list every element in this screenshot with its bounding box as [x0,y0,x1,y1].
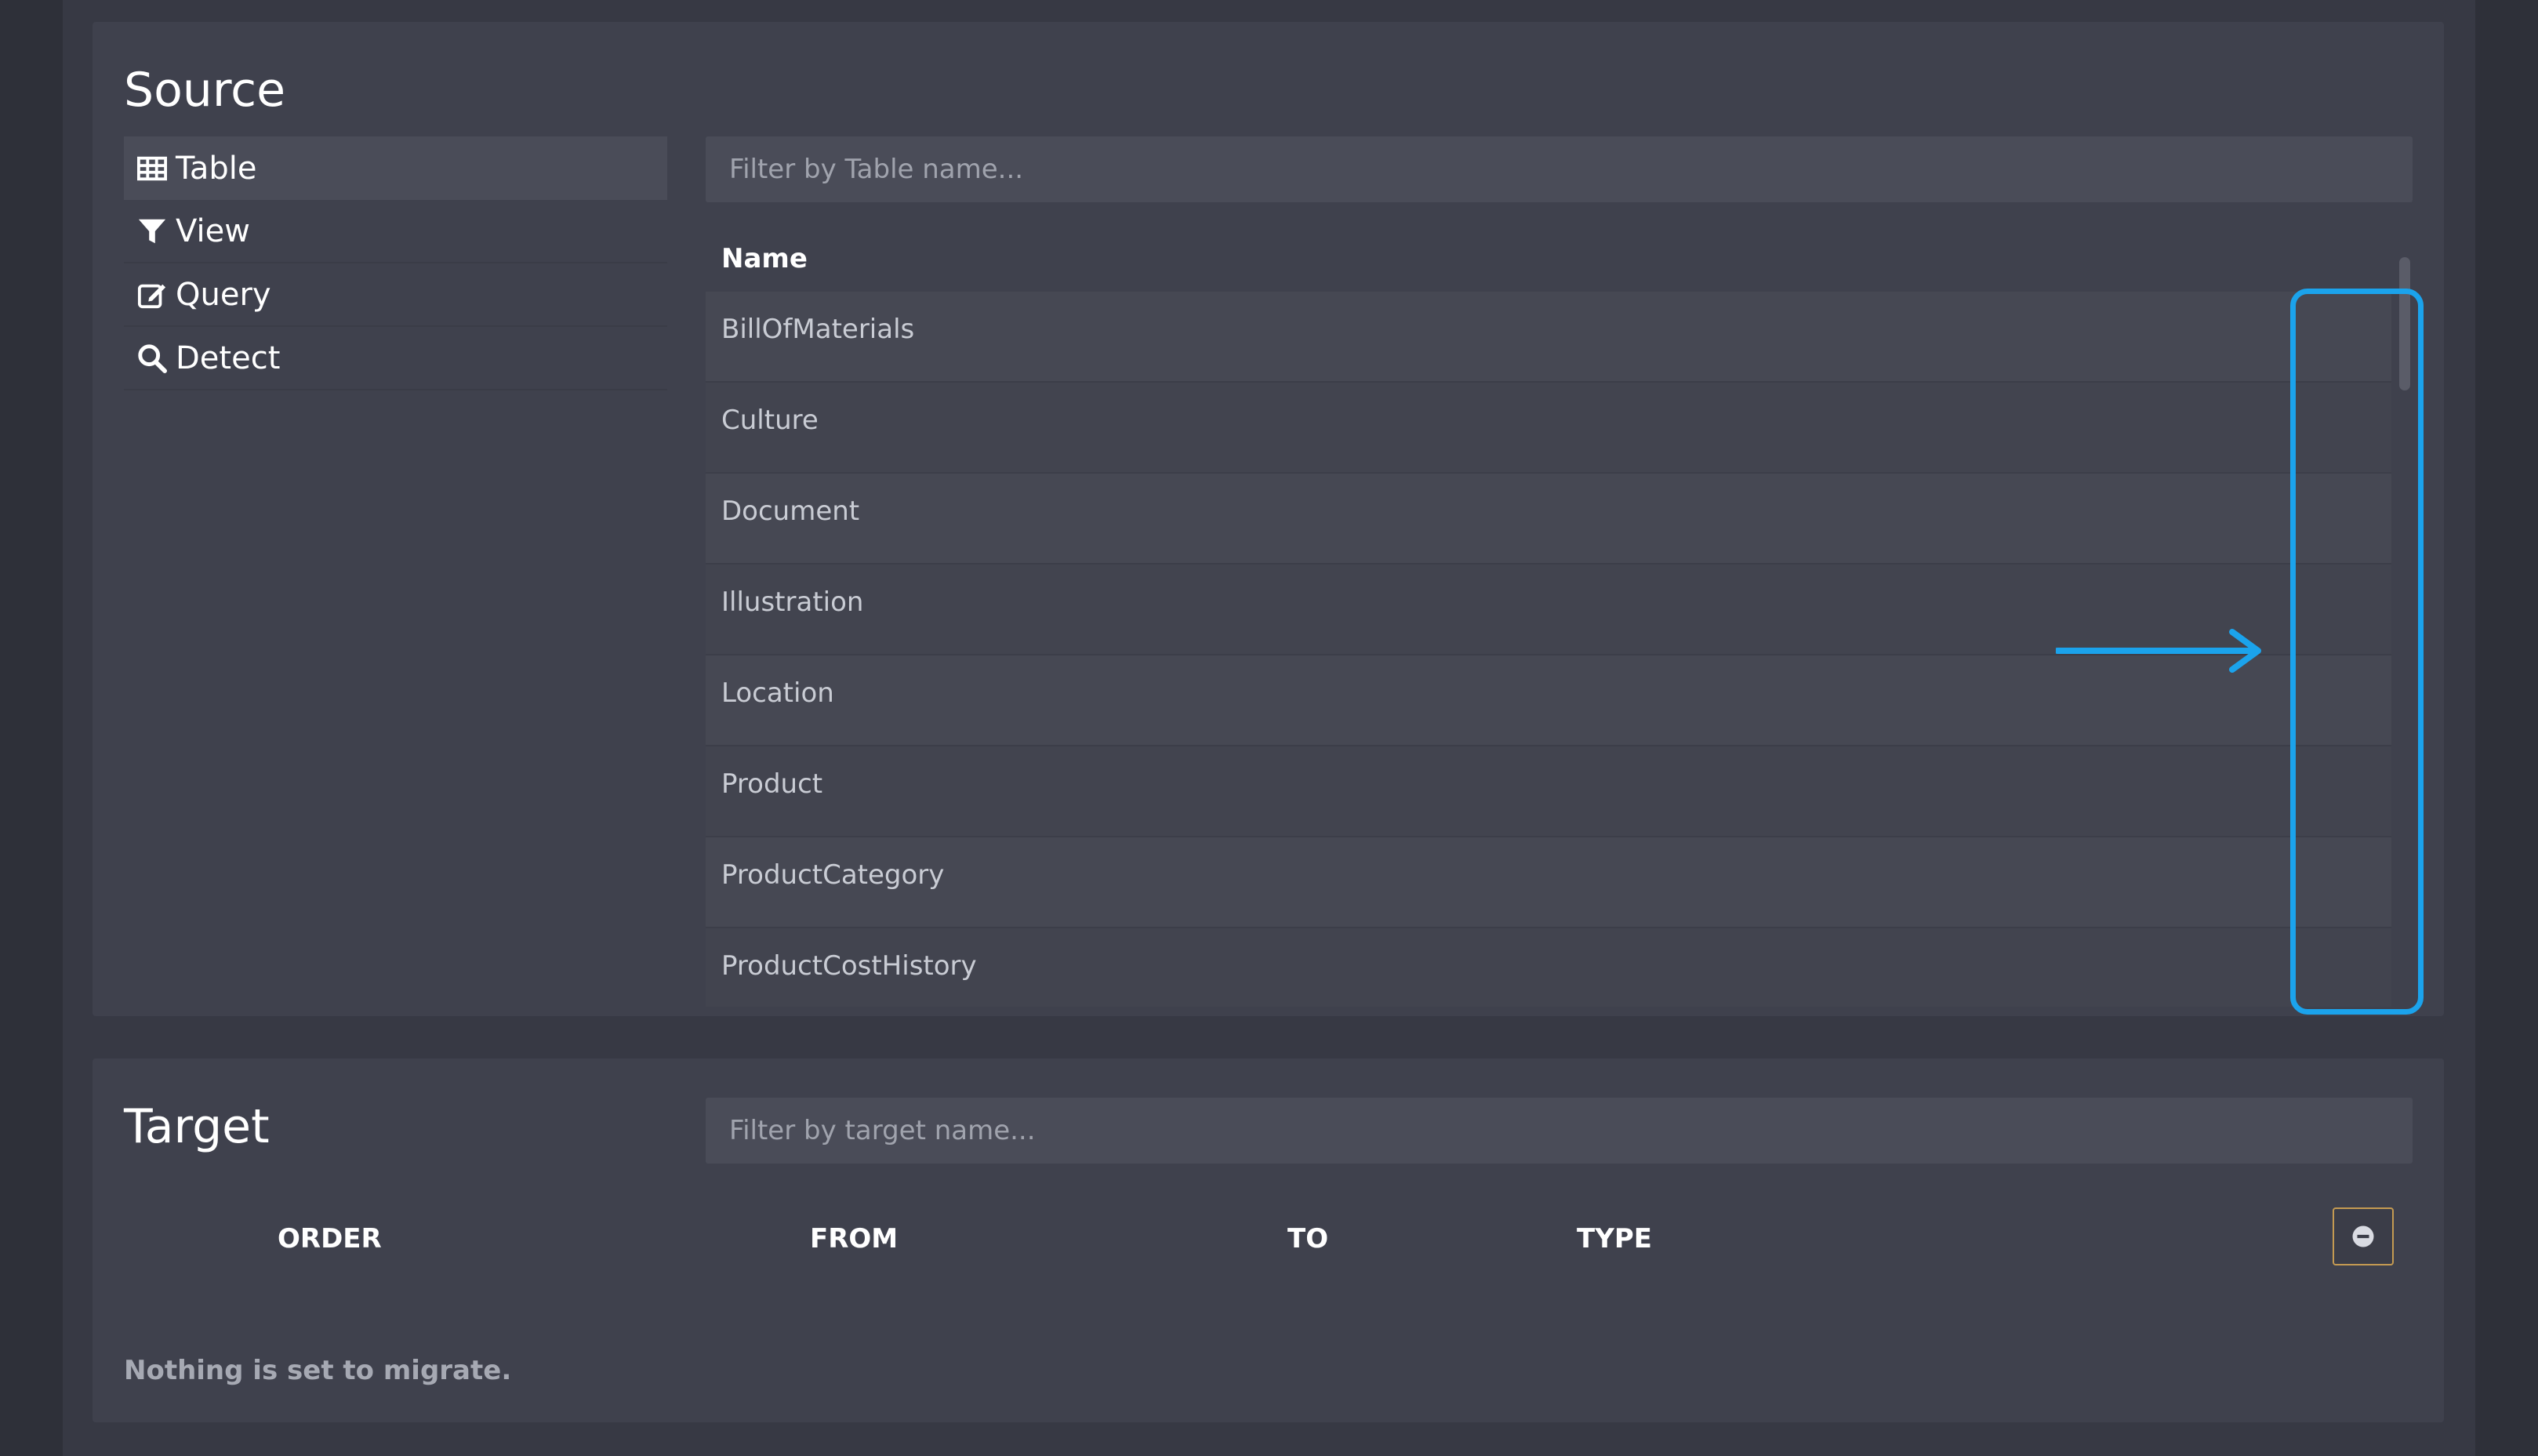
table-rows: BillOfMaterials Culture Document Illustr… [706,292,2391,1007]
table-row[interactable]: BillOfMaterials [706,292,2391,383]
table-row[interactable]: ProductCategory [706,837,2391,928]
nav-item-view[interactable]: View [124,200,667,263]
row-name: Product [721,768,823,800]
nav-item-query[interactable]: Query [124,263,667,327]
column-header-to: TO [1287,1223,1329,1254]
table-row[interactable]: Illustration [706,565,2391,655]
edit-icon [136,279,168,310]
row-name: Illustration [721,586,864,618]
table-header: Name [706,207,2413,292]
column-header-from: FROM [810,1223,899,1254]
nav-item-label: Detect [176,339,281,376]
column-header-type: TYPE [1577,1223,1652,1254]
column-header-order: ORDER [278,1223,382,1254]
nav-item-detect[interactable]: Detect [124,327,667,390]
row-name: ProductCategory [721,859,945,891]
source-table: Name BillOfMaterials Culture Document Il… [706,207,2413,1007]
table-row[interactable]: ProductCostHistory [706,928,2391,1007]
source-nav: Table View Query Detect [124,136,667,390]
empty-state-message: Nothing is set to migrate. [124,1355,512,1386]
source-panel: Source Table View Query Detect Filter by… [93,22,2444,1016]
minus-circle-icon [2352,1225,2374,1247]
target-filter-input[interactable] [706,1098,2413,1164]
nav-item-label: Table [176,150,257,187]
row-name: ProductCostHistory [721,950,977,982]
table-scrollbar[interactable] [2399,257,2410,390]
table-filter-input[interactable] [706,136,2413,202]
row-name: Culture [721,405,819,436]
source-title: Source [124,63,286,118]
table-row[interactable]: Culture [706,383,2391,474]
search-icon [136,343,168,374]
column-header-name: Name [721,243,808,274]
nav-item-label: View [176,212,250,249]
table-icon [136,153,168,184]
row-name: Document [721,496,860,527]
nav-item-label: Query [176,276,271,313]
row-name: BillOfMaterials [721,314,915,345]
remove-all-button[interactable] [2333,1207,2394,1265]
nav-item-table[interactable]: Table [124,136,667,200]
table-row[interactable]: Document [706,474,2391,565]
table-row[interactable]: Location [706,655,2391,746]
target-title: Target [124,1099,270,1154]
filter-icon [136,216,168,247]
target-table-header: ORDER FROM TO TYPE [93,1207,2444,1270]
row-name: Location [721,677,834,709]
table-row[interactable]: Product [706,746,2391,837]
target-panel: Target ORDER FROM TO TYPE Nothing is set… [93,1058,2444,1422]
